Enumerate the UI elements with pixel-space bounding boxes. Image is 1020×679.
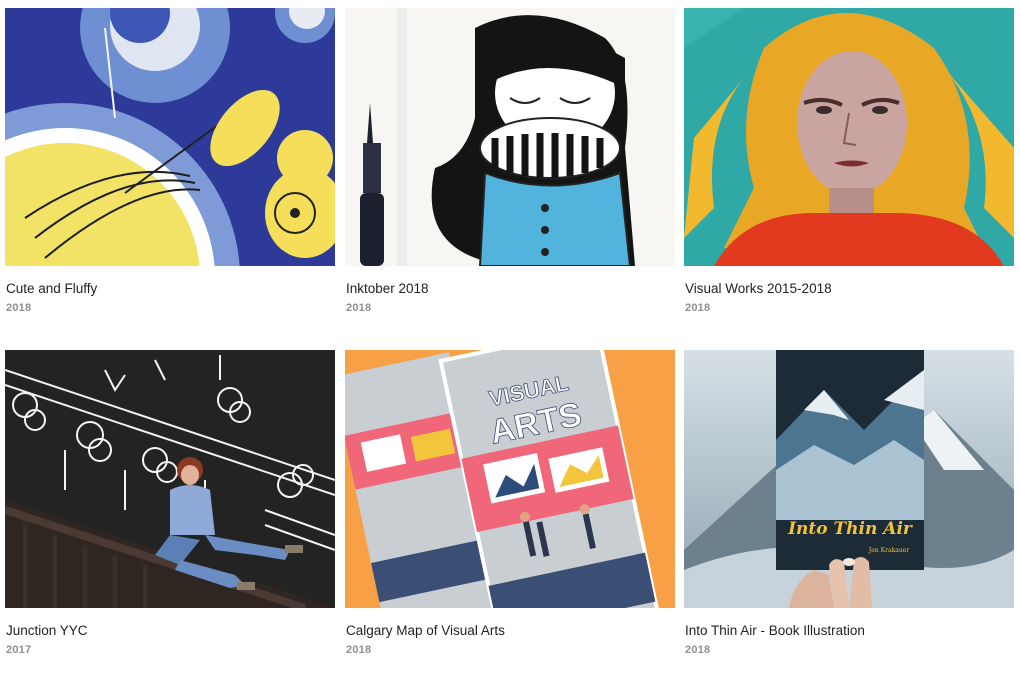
project-card-calgary-map[interactable]: VISUAL ARTS Calgary Map of Visual Arts 2…: [345, 350, 675, 656]
project-title[interactable]: Calgary Map of Visual Arts: [345, 622, 675, 639]
project-year: 2018: [346, 302, 372, 314]
project-thumbnail[interactable]: [5, 350, 335, 608]
project-thumbnail[interactable]: [345, 8, 675, 266]
project-title[interactable]: Into Thin Air - Book Illustration: [684, 622, 1014, 639]
project-year: 2018: [6, 302, 32, 314]
project-thumbnail[interactable]: VISUAL ARTS: [345, 350, 675, 608]
project-thumbnail[interactable]: Into Thin Air Jon Krakauer: [684, 350, 1014, 608]
project-card-into-thin-air[interactable]: Into Thin Air Jon Krakauer Into Thin Air…: [684, 350, 1014, 656]
project-thumbnail[interactable]: [684, 8, 1014, 266]
project-year: 2018: [346, 644, 372, 656]
project-year: 2018: [685, 302, 711, 314]
project-title[interactable]: Junction YYC: [5, 622, 335, 639]
project-year: 2017: [6, 644, 32, 656]
project-title[interactable]: Inktober 2018: [345, 280, 675, 297]
illustration-whisk-lemons: [5, 8, 335, 266]
project-card-inktober-2018[interactable]: Inktober 2018 2018: [345, 8, 675, 314]
project-thumbnail[interactable]: [5, 8, 335, 266]
illustration-ink-girl: [345, 8, 675, 266]
photo-book-mountain: Into Thin Air Jon Krakauer: [684, 350, 1014, 608]
project-card-junction-yyc[interactable]: Junction YYC 2017: [5, 350, 335, 656]
book-author-text: Jon Krakauer: [868, 547, 909, 554]
project-title[interactable]: Cute and Fluffy: [5, 280, 335, 297]
book-title-text: Into Thin Air: [787, 519, 913, 539]
illustration-visual-arts-map: VISUAL ARTS: [345, 350, 675, 608]
project-grid: Cute and Fluffy 2018 Inktober 2018 2018 …: [0, 0, 1020, 679]
painting-portrait-woman: [684, 8, 1014, 266]
project-year: 2018: [685, 644, 711, 656]
photo-mural-staircase: [5, 350, 335, 608]
project-card-visual-works[interactable]: Visual Works 2015-2018 2018: [684, 8, 1014, 314]
project-title[interactable]: Visual Works 2015-2018: [684, 280, 1014, 297]
project-card-cute-and-fluffy[interactable]: Cute and Fluffy 2018: [5, 8, 335, 314]
